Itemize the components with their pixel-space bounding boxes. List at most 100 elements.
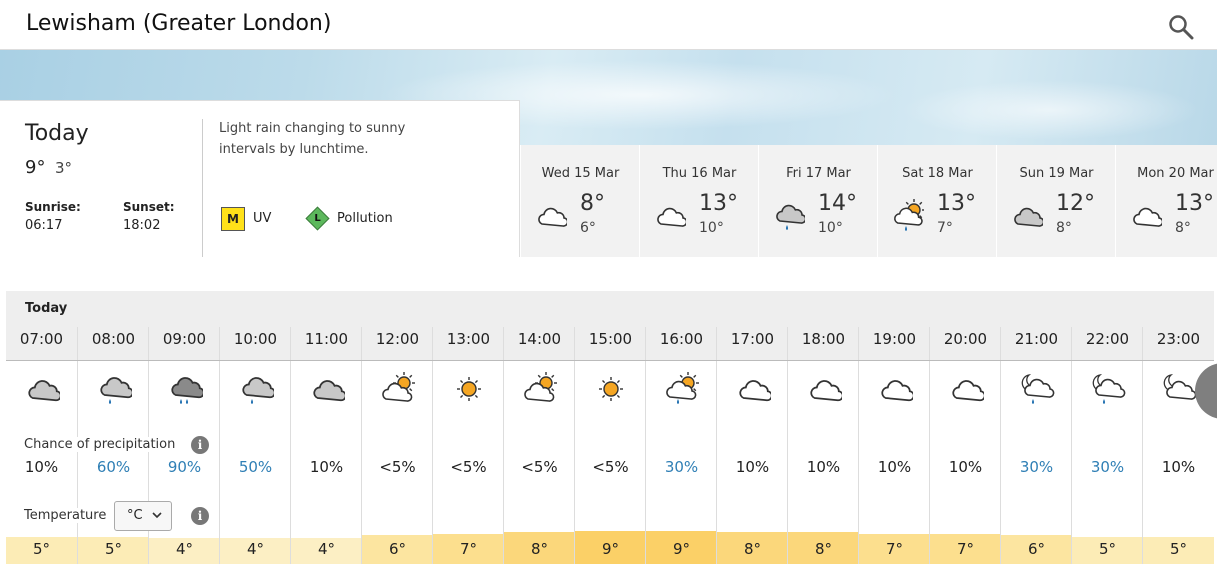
day-card[interactable]: Sat 18 Mar 13° 7° xyxy=(877,145,996,257)
hour-temp: 9° xyxy=(601,540,620,558)
cloud-icon xyxy=(538,207,567,227)
sunny-shower-icon xyxy=(894,199,924,231)
hour-temp: 5° xyxy=(1098,540,1117,558)
precip-chance: <5% xyxy=(379,458,416,476)
precip-chance: <5% xyxy=(521,458,558,476)
hour-temp: 5° xyxy=(104,540,123,558)
hour-temp: 4° xyxy=(246,540,265,558)
night-cloud-icon xyxy=(1163,373,1197,400)
temperature-info-icon[interactable]: i xyxy=(191,507,209,525)
precip-chance: 10% xyxy=(1161,458,1196,476)
hour-column: 10:00 50% 4° xyxy=(219,327,291,564)
sunset-label: Sunset: xyxy=(123,200,175,214)
day-name: Mon 20 Mar xyxy=(1137,166,1214,181)
hour-time: 23:00 xyxy=(1156,330,1201,348)
uv-badge[interactable]: M xyxy=(221,207,245,231)
location-title: Lewisham (Greater London) xyxy=(26,11,332,36)
sun-icon xyxy=(599,377,623,401)
precip-chance: 10% xyxy=(735,458,770,476)
day-card[interactable]: Mon 20 Mar 13° 8° xyxy=(1115,145,1217,257)
unit-value: °C xyxy=(127,508,143,523)
precip-chance: 10% xyxy=(948,458,983,476)
hour-time: 12:00 xyxy=(375,330,420,348)
sunset-time: 18:02 xyxy=(123,218,161,233)
hour-time: 16:00 xyxy=(659,330,704,348)
precip-chance: 10% xyxy=(309,458,344,476)
day-name: Wed 15 Mar xyxy=(541,166,620,181)
hour-column: 11:00 10% 4° xyxy=(290,327,362,564)
hour-temp: 7° xyxy=(956,540,975,558)
day-card[interactable]: Sun 19 Mar 12° 8° xyxy=(996,145,1115,257)
white-cloud-icon xyxy=(810,380,842,402)
hour-column: 20:00 10% 7° xyxy=(929,327,1001,564)
hour-column: 12:00 <5% 6° xyxy=(361,327,433,564)
hour-time: 21:00 xyxy=(1014,330,1059,348)
precip-chance: 30% xyxy=(1090,458,1125,476)
hourly-columns: 07:00 10% 5° 08:00 60% 5° 09:00 90% 4° 10:00 50% 4°… xyxy=(6,327,1214,564)
today-low-temp: 3° xyxy=(55,159,73,177)
sun-cloud-icon xyxy=(524,372,557,402)
hourly-day-label: Today xyxy=(25,301,68,316)
day-low-temp: 8° xyxy=(1056,220,1072,236)
hour-column: 14:00 <5% 8° xyxy=(503,327,575,564)
precip-chance: 30% xyxy=(1019,458,1054,476)
hour-temp: 7° xyxy=(885,540,904,558)
precip-chance: 60% xyxy=(96,458,131,476)
day-low-temp: 8° xyxy=(1175,220,1191,236)
hour-column: 15:00 <5% 9° xyxy=(574,327,646,564)
hour-temp: 8° xyxy=(530,540,549,558)
hour-temp: 4° xyxy=(175,540,194,558)
hour-time: 14:00 xyxy=(517,330,562,348)
hour-time: 18:00 xyxy=(801,330,846,348)
today-summary-card: Today 9° 3° Sunrise: 06:17 Sunset: 18:02… xyxy=(0,100,520,257)
hour-temp: 9° xyxy=(672,540,691,558)
day-card[interactable]: Wed 15 Mar 8° 6° xyxy=(520,145,639,257)
day-high-temp: 8° xyxy=(580,191,605,216)
hour-time: 20:00 xyxy=(943,330,988,348)
cloud-icon xyxy=(657,207,686,227)
hour-temp: 5° xyxy=(1169,540,1188,558)
hour-temp: 6° xyxy=(388,540,407,558)
temperature-unit-select[interactable]: °C xyxy=(114,501,172,531)
chevron-down-icon xyxy=(152,512,162,519)
hour-time: 08:00 xyxy=(91,330,136,348)
light-rain-icon xyxy=(776,204,805,230)
precip-chance: 10% xyxy=(877,458,912,476)
hour-temp: 4° xyxy=(317,540,336,558)
hourly-forecast: Today 07:00 10% 5° 08:00 60% 5° 09:00 90% 4° 10:0… xyxy=(6,291,1214,564)
day-name: Fri 17 Mar xyxy=(786,166,851,181)
sunrise-time: 06:17 xyxy=(25,218,63,233)
day-low-temp: 7° xyxy=(937,220,953,236)
hour-column: 13:00 <5% 7° xyxy=(432,327,504,564)
heavy-rain-icon xyxy=(171,377,203,404)
hour-time: 22:00 xyxy=(1085,330,1130,348)
today-forecast-summary: Light rain changing to sunny intervals b… xyxy=(219,121,406,157)
sun-shower-icon xyxy=(666,372,699,404)
white-cloud-icon xyxy=(881,380,913,402)
hour-time: 11:00 xyxy=(304,330,349,348)
precip-chance: 10% xyxy=(24,458,59,476)
search-icon[interactable] xyxy=(1168,14,1194,40)
night-shower-icon xyxy=(1021,373,1055,404)
hour-temp: 8° xyxy=(743,540,762,558)
hour-column: 21:00 30% 6° xyxy=(1000,327,1072,564)
day-name: Sat 18 Mar xyxy=(902,166,973,181)
precip-chance: <5% xyxy=(592,458,629,476)
sun-cloud-icon xyxy=(382,372,415,402)
pollution-label[interactable]: Pollution xyxy=(337,211,393,226)
precip-chance: 30% xyxy=(664,458,699,476)
hour-column: 19:00 10% 7° xyxy=(858,327,930,564)
hour-column: 18:00 10% 8° xyxy=(787,327,859,564)
hour-time: 07:00 xyxy=(19,330,64,348)
day-card[interactable]: Thu 16 Mar 13° 10° xyxy=(639,145,758,257)
uv-label[interactable]: UV xyxy=(253,211,271,226)
hour-time: 09:00 xyxy=(162,330,207,348)
grey-cloud-icon xyxy=(313,380,345,402)
sun-icon xyxy=(457,377,481,401)
precip-info-icon[interactable]: i xyxy=(191,436,209,454)
day-card[interactable]: Fri 17 Mar 14° 10° xyxy=(758,145,877,257)
hour-column: 16:00 30% 9° xyxy=(645,327,717,564)
hour-column: 23:00 10% 5° xyxy=(1142,327,1214,564)
today-title: Today xyxy=(25,121,89,146)
day-name: Thu 16 Mar xyxy=(662,166,737,181)
